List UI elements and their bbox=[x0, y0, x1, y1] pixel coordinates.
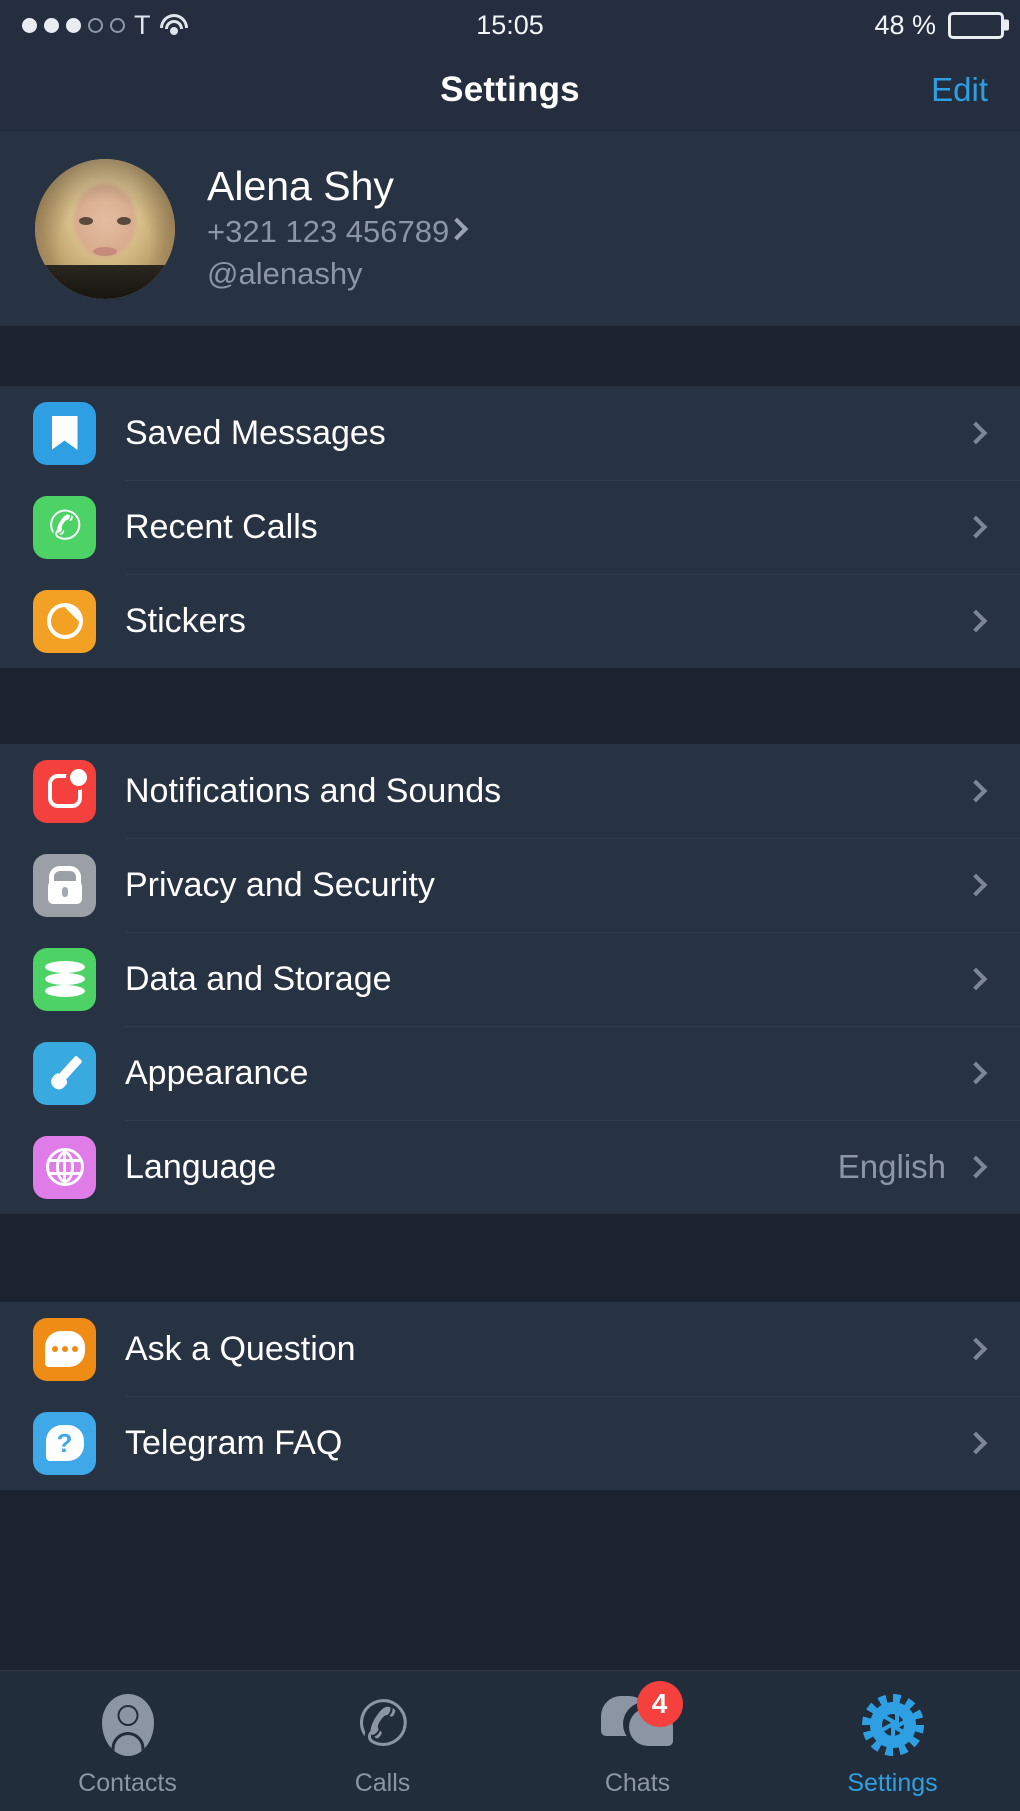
bookmark-icon bbox=[33, 401, 96, 465]
battery-icon bbox=[948, 11, 1004, 39]
avatar-detail bbox=[79, 216, 93, 225]
phone-icon bbox=[33, 495, 96, 559]
settings-row-privacy-and-security[interactable]: Privacy and Security bbox=[0, 838, 1020, 932]
chevron-right-icon bbox=[964, 1431, 988, 1455]
settings-row-telegram-faq[interactable]: ? Telegram FAQ bbox=[0, 1396, 1020, 1490]
settings-row-label: Notifications and Sounds bbox=[125, 771, 502, 810]
chevron-right-icon bbox=[964, 1155, 988, 1179]
navigation-bar: Settings Edit bbox=[0, 50, 1020, 131]
chevron-right-icon bbox=[964, 421, 988, 445]
call-icon: ✆ bbox=[352, 1686, 414, 1763]
avatar-detail bbox=[93, 246, 117, 256]
tab-label: Chats bbox=[604, 1769, 671, 1797]
section-gap bbox=[0, 1214, 1020, 1302]
avatar-detail bbox=[35, 264, 175, 299]
lock-icon bbox=[33, 853, 96, 917]
avatar-detail bbox=[117, 216, 131, 225]
edit-button[interactable]: Edit bbox=[931, 71, 988, 109]
settings-groups: Saved Messages Recent Calls Stickers Notifi… bbox=[0, 326, 1020, 1490]
settings-list: Alena Shy +321 123 456789 @alenashy Save… bbox=[0, 131, 1020, 1490]
profile-text: Alena Shy +321 123 456789 @alenashy bbox=[207, 163, 449, 294]
settings-row-appearance[interactable]: Appearance bbox=[0, 1026, 1020, 1120]
chevron-right-icon bbox=[964, 873, 988, 897]
settings-group: Notifications and Sounds Privacy and Secu… bbox=[0, 744, 1020, 1214]
settings-row-recent-calls[interactable]: Recent Calls bbox=[0, 480, 1020, 574]
section-gap bbox=[0, 668, 1020, 744]
settings-row-ask-a-question[interactable]: Ask a Question bbox=[0, 1302, 1020, 1396]
avatar[interactable] bbox=[35, 158, 175, 299]
tab-label: Calls bbox=[354, 1769, 411, 1797]
paintbrush-icon bbox=[33, 1041, 96, 1105]
tab-bar: Contacts ✆ Calls 4 Chats Settings bbox=[0, 1670, 1020, 1811]
sticker-icon bbox=[33, 589, 96, 653]
settings-row-notifications-and-sounds[interactable]: Notifications and Sounds bbox=[0, 744, 1020, 838]
chevron-right-icon bbox=[964, 1061, 988, 1085]
tab-label: Settings bbox=[847, 1769, 938, 1797]
settings-row-label: Ask a Question bbox=[125, 1329, 356, 1368]
settings-group: Ask a Question? Telegram FAQ bbox=[0, 1302, 1020, 1490]
settings-group: Saved Messages Recent Calls Stickers bbox=[0, 386, 1020, 668]
tab-chats[interactable]: 4 Chats bbox=[510, 1681, 765, 1798]
unread-badge: 4 bbox=[636, 1681, 683, 1727]
settings-row-label: Privacy and Security bbox=[125, 865, 435, 904]
settings-row-data-and-storage[interactable]: Data and Storage bbox=[0, 932, 1020, 1026]
chat-bubble-icon bbox=[33, 1317, 96, 1381]
chevron-right-icon bbox=[964, 1337, 988, 1361]
status-bar: T 15:05 48 % bbox=[0, 0, 1020, 50]
settings-row-stickers[interactable]: Stickers bbox=[0, 574, 1020, 668]
notification-icon bbox=[33, 759, 96, 823]
settings-row-label: Language bbox=[125, 1147, 277, 1186]
tab-label: Contacts bbox=[78, 1769, 177, 1797]
chevron-right-icon bbox=[964, 967, 988, 991]
tab-settings[interactable]: Settings bbox=[765, 1693, 1020, 1798]
profile-phone: +321 123 456789 bbox=[207, 213, 450, 249]
settings-row-label: Telegram FAQ bbox=[125, 1423, 343, 1462]
profile-username: @alenashy bbox=[207, 255, 363, 291]
tab-contacts[interactable]: Contacts bbox=[0, 1693, 255, 1798]
settings-row-label: Stickers bbox=[125, 601, 246, 640]
settings-row-label: Appearance bbox=[125, 1053, 309, 1092]
section-gap bbox=[0, 326, 1020, 386]
page-title: Settings bbox=[440, 70, 580, 109]
status-bar-right: 48 % bbox=[874, 10, 1004, 41]
settings-row-label: Saved Messages bbox=[125, 413, 386, 452]
clock-label: 15:05 bbox=[476, 9, 544, 40]
battery-label: 48 % bbox=[874, 9, 936, 40]
chats-icon: 4 bbox=[600, 1681, 683, 1757]
tab-calls[interactable]: ✆ Calls bbox=[255, 1686, 510, 1798]
database-icon bbox=[33, 947, 96, 1011]
gear-icon bbox=[861, 1693, 924, 1757]
settings-row-language[interactable]: Language English bbox=[0, 1120, 1020, 1214]
settings-row-label: Data and Storage bbox=[125, 959, 392, 998]
chevron-right-icon bbox=[964, 515, 988, 539]
chevron-right-icon bbox=[964, 609, 988, 633]
settings-row-saved-messages[interactable]: Saved Messages bbox=[0, 386, 1020, 480]
profile-name: Alena Shy bbox=[207, 162, 394, 209]
contact-icon bbox=[101, 1693, 154, 1757]
chevron-right-icon bbox=[445, 217, 469, 240]
question-bubble-icon: ? bbox=[33, 1411, 96, 1475]
settings-row-label: Recent Calls bbox=[125, 507, 318, 546]
chevron-right-icon bbox=[964, 779, 988, 803]
profile-row[interactable]: Alena Shy +321 123 456789 @alenashy bbox=[0, 131, 1020, 326]
settings-row-value: English bbox=[837, 1148, 946, 1185]
globe-icon bbox=[33, 1135, 96, 1199]
